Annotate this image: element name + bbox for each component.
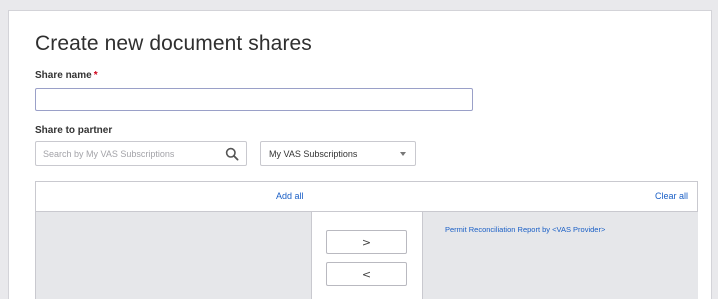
page-title: Create new document shares (35, 32, 312, 55)
partner-search-box (35, 141, 247, 166)
partner-shuttle: Add all Clear all > < Permit Reconciliat… (35, 181, 698, 299)
available-partners-list[interactable] (36, 212, 312, 299)
chevron-down-icon (400, 152, 406, 156)
shuttle-header: Add all Clear all (36, 182, 697, 212)
clear-all-link[interactable]: Clear all (655, 191, 688, 201)
selected-partners-list[interactable]: Permit Reconciliation Report by <VAS Pro… (422, 212, 698, 299)
share-name-label-text: Share name (35, 70, 92, 81)
partner-search-input[interactable] (36, 143, 216, 164)
list-item[interactable]: Permit Reconciliation Report by <VAS Pro… (445, 225, 605, 234)
move-right-button[interactable]: > (326, 230, 407, 254)
partner-filter-select[interactable]: My VAS Subscriptions (260, 141, 416, 166)
share-name-input[interactable] (35, 88, 473, 111)
create-document-shares-panel: Create new document shares Share name * S… (8, 10, 712, 299)
search-icon[interactable] (225, 147, 239, 161)
partner-filter-value: My VAS Subscriptions (269, 148, 358, 159)
move-left-button[interactable]: < (326, 262, 407, 286)
required-marker: * (93, 70, 98, 81)
add-all-link[interactable]: Add all (276, 191, 304, 201)
shuttle-controls: > < (312, 212, 422, 299)
share-to-partner-label: Share to partner (35, 125, 113, 136)
share-name-label: Share name * (35, 70, 98, 81)
